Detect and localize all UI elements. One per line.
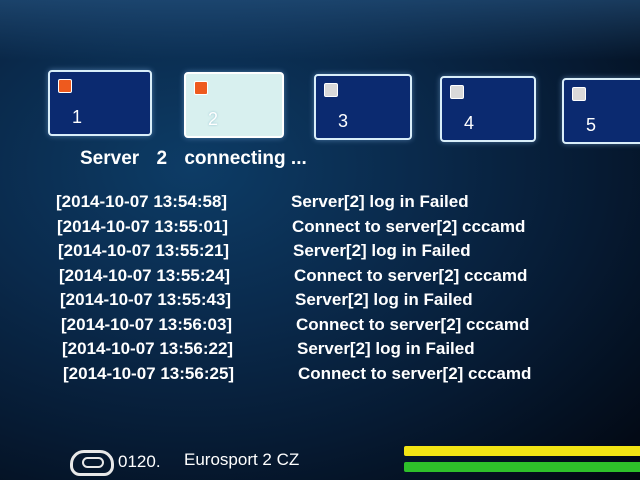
tv-icon [70, 450, 114, 476]
log-entry: [2014-10-07 13:54:58] Server[2] log in F… [56, 192, 616, 217]
log-entry: [2014-10-07 13:55:01] Connect to server[… [57, 217, 617, 242]
log-timestamp: [2014-10-07 13:55:21] [58, 241, 230, 260]
log-message: Connect to server[2] cccamd [294, 265, 528, 285]
server-tab-1[interactable]: 1 [48, 70, 152, 136]
signal-strength-bar [404, 446, 640, 456]
server-status-icon [450, 85, 464, 99]
log-timestamp: [2014-10-07 13:56:25] [63, 363, 235, 383]
log-message: Connect to server[2] cccamd [296, 314, 530, 334]
log-entry: [2014-10-07 13:56:22] Server[2] log in F… [62, 339, 622, 364]
server-tab-5[interactable]: 5 [562, 78, 640, 144]
server-tab-3[interactable]: 3 [314, 74, 412, 140]
server-tab-number: 4 [464, 113, 475, 133]
signal-quality-bar [404, 462, 640, 472]
server-status-icon [194, 81, 208, 95]
log-entry: [2014-10-07 13:56:25] Connect to server[… [63, 364, 623, 389]
server-tab-4[interactable]: 4 [440, 76, 536, 142]
log-entry: [2014-10-07 13:56:03] Connect to server[… [61, 315, 621, 340]
connection-log: [2014-10-07 13:54:58] Server[2] log in F… [56, 192, 616, 388]
server-tab-number: 5 [586, 115, 597, 135]
log-message: Server[2] log in Failed [291, 192, 469, 211]
connection-status: Server 2 connecting ... [80, 148, 319, 170]
status-label: Server [80, 148, 140, 169]
log-message: Server[2] log in Failed [293, 241, 471, 260]
channel-number: 0120. [118, 452, 161, 471]
log-message: Server[2] log in Failed [297, 339, 475, 358]
log-message: Connect to server[2] cccamd [298, 363, 532, 383]
log-entry: [2014-10-07 13:55:43] Server[2] log in F… [60, 290, 620, 315]
server-tab-number: 2 [208, 109, 219, 129]
server-status-icon [324, 83, 338, 97]
log-timestamp: [2014-10-07 13:55:43] [60, 290, 232, 309]
log-timestamp: [2014-10-07 13:55:24] [59, 265, 231, 285]
log-timestamp: [2014-10-07 13:55:01] [57, 216, 229, 236]
log-message: Server[2] log in Failed [295, 290, 473, 309]
server-tab-number: 3 [338, 111, 349, 131]
server-tab-number: 1 [72, 107, 83, 127]
server-status-icon [572, 87, 586, 101]
log-entry: [2014-10-07 13:55:24] Connect to server[… [59, 266, 619, 291]
log-message: Connect to server[2] cccamd [292, 216, 526, 236]
channel-name: Eurosport 2 CZ [184, 450, 300, 469]
log-timestamp: [2014-10-07 13:56:22] [62, 339, 234, 358]
server-tabs: 1 2 3 4 5 [0, 0, 640, 150]
status-server-number: 2 [156, 148, 168, 169]
log-timestamp: [2014-10-07 13:56:03] [61, 314, 233, 334]
status-state: connecting ... [184, 148, 307, 169]
log-entry: [2014-10-07 13:55:21] Server[2] log in F… [58, 241, 618, 266]
server-tab-2[interactable]: 2 [184, 72, 284, 138]
server-status-icon [58, 79, 72, 93]
log-timestamp: [2014-10-07 13:54:58] [56, 192, 228, 211]
